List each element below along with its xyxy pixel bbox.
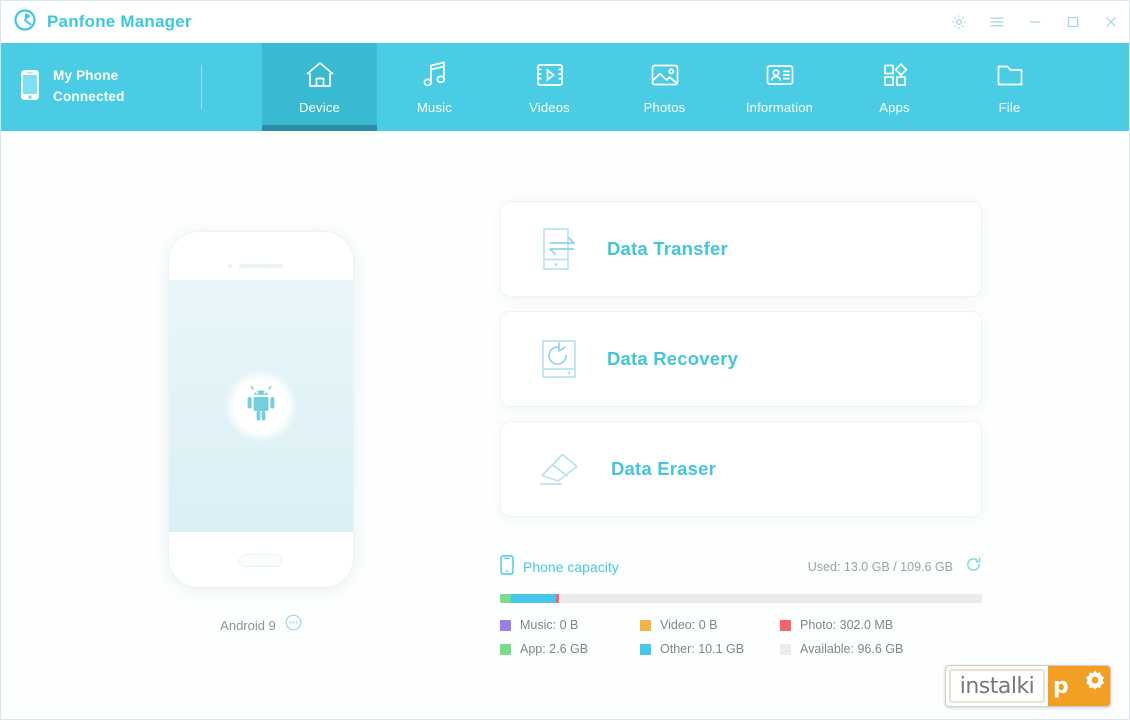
watermark-left-text: instalki [959, 673, 1035, 699]
phone-capacity-icon [500, 554, 514, 580]
android-robot-icon [244, 385, 278, 427]
data-transfer-icon [537, 225, 581, 273]
device-preview-panel: Android 9 [61, 231, 461, 636]
watermark-right: p [1048, 666, 1110, 706]
android-robot-badge [225, 370, 297, 442]
legend-swatch-app [500, 643, 511, 655]
card-data-recovery[interactable]: Data Recovery [500, 311, 982, 407]
gear-icon [1078, 666, 1110, 706]
app-logo [13, 8, 37, 37]
legend-label-video: Video: 0 B [660, 618, 718, 632]
tab-information[interactable]: Information [722, 43, 837, 131]
tab-photos[interactable]: Photos [607, 43, 722, 131]
capacity-header: Phone capacity Used: 13.0 GB / 109.6 GB [500, 554, 982, 580]
folder-icon [993, 59, 1027, 91]
panfone-logo-icon [13, 8, 37, 37]
capacity-segment-other [511, 594, 556, 603]
legend-label-app: App: 2.6 GB [520, 642, 589, 656]
phone-capacity-panel: Phone capacity Used: 13.0 GB / 109.6 GB … [500, 554, 982, 656]
tab-information-label: Information [745, 100, 814, 115]
refresh-icon[interactable] [965, 556, 982, 578]
legend-item-available: Available: 96.6 GB [780, 642, 982, 656]
tab-music[interactable]: Music [377, 43, 492, 131]
card-data-eraser[interactable]: Data Eraser [500, 421, 982, 517]
legend-label-other: Other: 10.1 GB [660, 642, 745, 656]
settings-button[interactable] [949, 12, 969, 32]
tab-videos-label: Videos [529, 100, 570, 115]
phone-home-button [239, 554, 283, 567]
card-data-transfer-label: Data Transfer [607, 238, 728, 259]
legend-swatch-photo [780, 619, 791, 631]
watermark-right-text: p [1053, 673, 1069, 699]
legend-swatch-other [640, 643, 651, 655]
phone-camera-dot [228, 264, 232, 268]
phone-mockup [168, 231, 354, 588]
legend-label-photo: Photo: 302.0 MB [800, 618, 894, 632]
tab-file-label: File [998, 100, 1021, 115]
music-note-icon [418, 59, 452, 91]
tab-device[interactable]: Device [262, 43, 377, 131]
capacity-title: Phone capacity [523, 559, 619, 575]
device-status: Connected [53, 89, 125, 104]
connected-device-info[interactable]: My Phone Connected [1, 43, 201, 131]
main-navigation-bar: My Phone Connected Device Music Videos P… [1, 43, 1129, 131]
maximize-button[interactable] [1063, 12, 1083, 32]
tab-device-label: Device [299, 100, 340, 115]
legend-item-video: Video: 0 B [640, 618, 780, 632]
legend-swatch-available [780, 643, 791, 655]
phone-speaker [239, 264, 283, 268]
device-name: My Phone [53, 68, 119, 84]
card-data-recovery-label: Data Recovery [607, 348, 739, 369]
main-content: Android 9 Data Transfer Data Recovery Da… [1, 131, 1129, 719]
home-icon [303, 59, 337, 91]
more-info-icon[interactable] [285, 614, 302, 636]
capacity-segment-app [500, 594, 512, 603]
film-play-icon [533, 59, 567, 91]
action-cards: Data Transfer Data Recovery Data Eraser [500, 201, 982, 531]
data-eraser-icon [537, 448, 585, 490]
os-version-label: Android 9 [220, 617, 276, 633]
app-title: Panfone Manager [47, 12, 192, 31]
card-data-eraser-label: Data Eraser [611, 458, 717, 479]
tab-videos[interactable]: Videos [492, 43, 607, 131]
watermark-left: instalki [949, 669, 1045, 703]
capacity-segment-available [558, 594, 982, 603]
instalki-watermark: instalki p [945, 665, 1111, 707]
phone-icon [19, 69, 41, 106]
legend-swatch-video [640, 619, 651, 631]
tab-music-label: Music [417, 100, 452, 115]
phone-screen [169, 280, 353, 532]
os-version-row: Android 9 [220, 614, 302, 636]
window-controls [949, 1, 1121, 43]
legend-item-music: Music: 0 B [500, 618, 640, 632]
legend-swatch-music [500, 619, 511, 631]
legend-label-available: Available: 96.6 GB [800, 642, 904, 656]
apps-grid-icon [878, 59, 912, 91]
capacity-bar [500, 594, 982, 603]
data-recovery-icon [537, 337, 581, 381]
menu-button[interactable] [987, 12, 1007, 32]
legend-label-music: Music: 0 B [520, 618, 579, 632]
legend-item-app: App: 2.6 GB [500, 642, 640, 656]
tab-photos-label: Photos [643, 100, 686, 115]
tab-apps[interactable]: Apps [837, 43, 952, 131]
nav-tabs: Device Music Videos Photos Information A… [202, 43, 1129, 131]
capacity-used-text: Used: 13.0 GB / 109.6 GB [807, 560, 953, 574]
tab-apps-label: Apps [879, 100, 910, 115]
contact-card-icon [763, 59, 797, 91]
close-button[interactable] [1101, 12, 1121, 32]
card-data-transfer[interactable]: Data Transfer [500, 201, 982, 297]
title-bar: Panfone Manager [1, 1, 1129, 43]
tab-file[interactable]: File [952, 43, 1067, 131]
picture-icon [648, 59, 682, 91]
legend-item-photo: Photo: 302.0 MB [780, 618, 982, 632]
minimize-button[interactable] [1025, 12, 1045, 32]
capacity-legend: Music: 0 B Video: 0 B Photo: 302.0 MB App: … [500, 618, 982, 656]
legend-item-other: Other: 10.1 GB [640, 642, 780, 656]
panfone-manager-window: Panfone Manager My Phone Connected Devic… [0, 0, 1130, 720]
